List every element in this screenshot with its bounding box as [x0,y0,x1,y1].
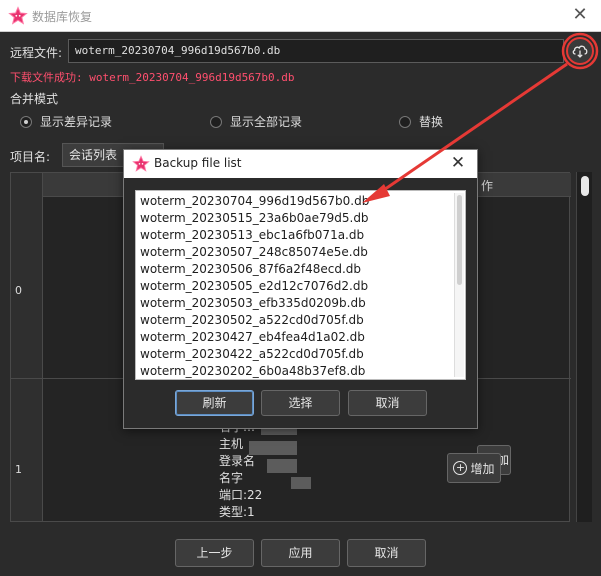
table-scrollbar[interactable] [576,172,592,522]
add-button-label: 增加 [470,461,495,476]
remote-file-label: 远程文件: [10,46,63,60]
window-title: 数据库恢复 [32,10,93,24]
radio-show-all[interactable]: 显示全部记录 [210,113,302,130]
scrollbar-thumb[interactable] [457,195,462,285]
file-list-item[interactable]: woterm_20230503_efb335d0209b.db [140,296,450,310]
file-list-item[interactable]: woterm_20230502_a522cd0d705f.db [140,313,450,327]
select-button[interactable]: 选择 [261,390,340,416]
radio-label: 显示全部记录 [230,115,303,129]
record-detail: 名字… 主机 登录名 名字 端口:22 类型:1 [219,419,262,521]
app-logo-icon [8,6,28,25]
row-index: 0 [15,284,22,297]
backup-file-dialog: Backup file list ✕ woterm_20230704_996d1… [123,149,478,429]
blurred-content [291,477,311,489]
cancel-button[interactable]: 取消 [347,539,426,567]
file-list-item[interactable]: woterm_20230704_996d19d567b0.db [140,194,450,208]
remote-file-input[interactable]: woterm_20230704_996d19d567b0.db [68,39,564,63]
scrollbar-thumb[interactable] [581,176,589,196]
detail-line: 登录名 [219,454,256,468]
detail-line: 主机 [219,437,244,451]
row-index: 1 [15,463,22,476]
file-list-item[interactable]: woterm_20230422_a522cd0d705f.db [140,347,450,361]
file-list-item[interactable]: woterm_20230515_23a6b0ae79d5.db [140,211,450,225]
radio-indicator [20,115,32,128]
cloud-download-icon [572,45,588,58]
radio-label: 替换 [419,115,444,129]
file-list-item[interactable]: woterm_20230506_87f6a2f48ecd.db [140,262,450,276]
dialog-title: Backup file list [154,156,242,170]
window-close-button[interactable]: ✕ [569,4,591,26]
radio-indicator [399,115,411,128]
file-list-item[interactable]: woterm_20230507_248c85074e5e.db [140,245,450,259]
backup-file-list[interactable]: woterm_20230704_996d19d567b0.db woterm_2… [135,190,466,380]
detail-line: 端口:22 [219,488,263,502]
radio-show-diff[interactable]: 显示差异记录 [20,113,112,130]
plus-circle-icon: + [453,461,468,475]
blurred-content [267,459,297,473]
file-list-item[interactable]: woterm_20230427_eb4fea4d1a02.db [140,330,450,344]
app-logo-icon [132,155,150,172]
radio-replace[interactable]: 替换 [399,113,443,130]
detail-line: 名字 [219,471,244,485]
download-success-message: 下载文件成功: woterm_20230704_996d19d567b0.db [10,71,295,84]
header-cell: 作 [481,179,494,193]
cloud-download-button[interactable] [566,37,594,65]
apply-button[interactable]: 应用 [261,539,340,567]
detail-line: 类型:1 [219,505,255,519]
window-titlebar: 数据库恢复 ✕ [0,0,601,32]
merge-mode-label: 合并模式 [10,92,59,106]
radio-indicator [210,115,222,128]
add-record-button[interactable]: + 增加 [447,453,501,483]
dialog-titlebar: Backup file list ✕ [124,150,477,178]
file-list-item[interactable]: woterm_20230505_e2d12c7076d2.db [140,279,450,293]
refresh-button[interactable]: 刷新 [175,390,254,416]
dialog-close-button[interactable]: ✕ [447,152,469,174]
radio-label: 显示差异记录 [40,115,113,129]
file-list-scrollbar[interactable] [454,193,464,377]
prev-step-button[interactable]: 上一步 [175,539,254,567]
dialog-cancel-button[interactable]: 取消 [348,390,427,416]
project-name-label: 项目名: [10,150,51,164]
file-list-item[interactable]: woterm_20230513_ebc1a6fb071a.db [140,228,450,242]
file-list-item[interactable]: woterm_20230202_6b0a48b37ef8.db [140,364,450,378]
